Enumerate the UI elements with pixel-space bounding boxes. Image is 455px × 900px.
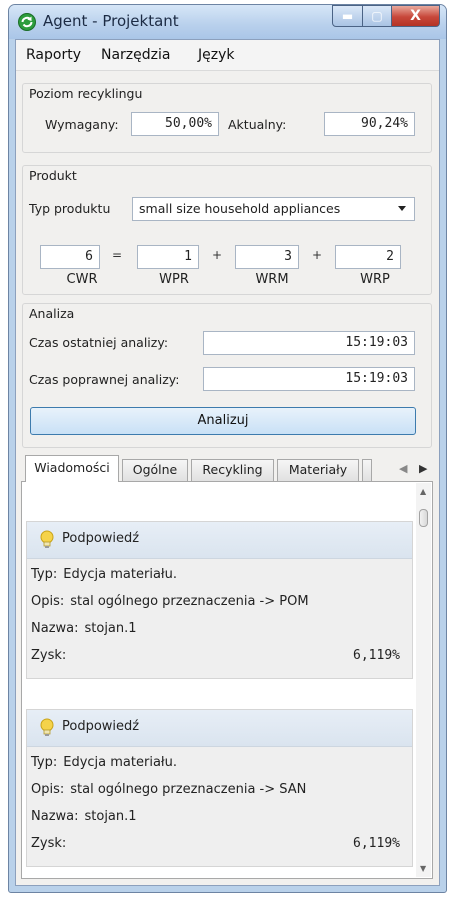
product-type-label: Typ produktu	[29, 201, 111, 216]
hint-gain-key: Zysk:	[31, 648, 67, 663]
analysis-group: Analiza Czas ostatniej analizy: 15:19:03…	[22, 303, 432, 448]
hint-type-row: Typ: Edycja materiału.	[31, 755, 177, 770]
actual-label: Aktualny:	[228, 117, 287, 132]
hint-card: Podpowiedź Typ: Edycja materiału. Opis: st…	[26, 709, 413, 867]
hint-desc-key: Opis:	[31, 782, 65, 797]
tab-materials[interactable]: Materiały	[277, 459, 359, 481]
tab-hidden[interactable]	[362, 459, 372, 481]
maximize-icon: ▢	[371, 9, 383, 23]
hint-gain-row: Zysk:	[31, 648, 72, 663]
product-type-value: small size household appliances	[139, 201, 341, 216]
scroll-up-icon[interactable]: ▲	[420, 487, 426, 496]
scroll-down-icon[interactable]: ▼	[420, 864, 426, 873]
hint-type-value: Edycja materiału.	[63, 567, 177, 582]
tab-strip: Wiadomości Ogólne Recykling Materiały ◀ …	[21, 455, 433, 482]
hint-gain-row: Zysk:	[31, 836, 72, 851]
wrp-field[interactable]: 2	[335, 245, 401, 269]
hint-gain-value: 6,119%	[353, 836, 400, 851]
last-analysis-field[interactable]: 15:19:03	[203, 331, 415, 355]
hint-name-row: Nazwa: stojan.1	[31, 809, 137, 824]
hint-name-key: Nazwa:	[31, 621, 79, 636]
hint-card-header: Podpowiedź	[27, 710, 412, 747]
cwr-label: CWR	[66, 272, 98, 287]
hint-name-key: Nazwa:	[31, 809, 79, 824]
hint-name-row: Nazwa: stojan.1	[31, 621, 137, 636]
tab-scroll-left-icon[interactable]: ◀	[399, 462, 407, 475]
cwr-field[interactable]: 6	[40, 245, 100, 269]
app-refresh-icon	[18, 13, 36, 31]
product-type-select[interactable]: small size household appliances	[132, 197, 415, 221]
hint-gain-key: Zysk:	[31, 836, 67, 851]
hint-desc-value: stal ogólnego przeznaczenia -> SAN	[70, 782, 307, 797]
wpr-field[interactable]: 1	[137, 245, 199, 269]
required-label: Wymagany:	[45, 117, 119, 132]
valid-analysis-field[interactable]: 15:19:03	[203, 367, 415, 391]
maximize-button[interactable]: ▢	[363, 5, 392, 27]
product-group: Produkt Typ produktu small size househol…	[22, 165, 432, 295]
menu-narzedzia[interactable]: Narzędzia	[101, 47, 170, 63]
hint-name-value: stojan.1	[84, 809, 137, 824]
lightbulb-icon	[40, 718, 54, 736]
wrp-label: WRP	[360, 272, 390, 287]
analysis-group-label: Analiza	[29, 306, 75, 321]
menu-bar: Raporty Narzędzia Język	[16, 40, 439, 71]
wpr-label: WPR	[159, 272, 189, 287]
close-button[interactable]: X	[392, 5, 440, 27]
window-controls: ▬ ▢ X	[332, 5, 440, 27]
close-icon: X	[410, 8, 421, 24]
minimize-button[interactable]: ▬	[332, 5, 363, 27]
last-analysis-label: Czas ostatniej analizy:	[29, 335, 169, 350]
tab-messages[interactable]: Wiadomości	[25, 455, 119, 482]
equals-sign: =	[112, 248, 123, 262]
hint-card-header: Podpowiedź	[27, 522, 412, 559]
required-value-field[interactable]: 50,00%	[131, 112, 219, 136]
actual-value-field[interactable]: 90,24%	[324, 112, 415, 136]
lightbulb-icon	[40, 530, 54, 548]
hint-title: Podpowiedź	[62, 531, 140, 546]
hint-desc-value: stal ogólnego przeznaczenia -> POM	[70, 594, 309, 609]
hint-gain-value: 6,119%	[353, 648, 400, 663]
analyze-button[interactable]: Analizuj	[30, 407, 416, 435]
hint-card: Podpowiedź Typ: Edycja materiału. Opis: st…	[26, 521, 413, 679]
tab-general[interactable]: Ogólne	[122, 459, 188, 481]
scrollbar-thumb[interactable]	[419, 509, 428, 527]
recycling-group-label: Poziom recyklingu	[29, 86, 143, 101]
hint-type-row: Typ: Edycja materiału.	[31, 567, 177, 582]
tab-scroll-right-icon[interactable]: ▶	[419, 462, 427, 475]
hint-type-key: Typ:	[31, 567, 58, 582]
wrm-label: WRM	[255, 272, 289, 287]
plus-sign: +	[312, 248, 323, 262]
hint-type-value: Edycja materiału.	[63, 755, 177, 770]
vertical-scrollbar[interactable]: ▲ ▼	[416, 483, 431, 877]
plus-sign: +	[212, 248, 223, 262]
menu-raporty[interactable]: Raporty	[26, 47, 81, 63]
product-group-label: Produkt	[29, 168, 77, 183]
valid-analysis-label: Czas poprawnej analizy:	[29, 372, 180, 387]
hint-title: Podpowiedź	[62, 719, 140, 734]
window-title: Agent - Projektant	[43, 12, 179, 30]
recycling-level-group: Poziom recyklingu Wymagany: 50,00% Aktua…	[22, 83, 432, 153]
wrm-field[interactable]: 3	[235, 245, 299, 269]
hint-desc-row: Opis: stal ogólnego przeznaczenia -> SAN	[31, 782, 306, 797]
hint-type-key: Typ:	[31, 755, 58, 770]
messages-panel: Podpowiedź Typ: Edycja materiału. Opis: st…	[21, 481, 433, 879]
hint-desc-key: Opis:	[31, 594, 65, 609]
hint-name-value: stojan.1	[84, 621, 137, 636]
hint-desc-row: Opis: stal ogólnego przeznaczenia -> POM	[31, 594, 309, 609]
app-window: Agent - Projektant ▬ ▢ X Raporty Narzędz…	[8, 4, 447, 893]
menu-jezyk[interactable]: Język	[198, 47, 234, 63]
client-area: Raporty Narzędzia Język Poziom recykling…	[15, 39, 440, 886]
title-bar[interactable]: Agent - Projektant ▬ ▢ X	[9, 5, 446, 39]
minimize-icon: ▬	[341, 9, 354, 23]
chevron-down-icon	[398, 206, 406, 211]
tab-recycling[interactable]: Recykling	[191, 459, 274, 481]
